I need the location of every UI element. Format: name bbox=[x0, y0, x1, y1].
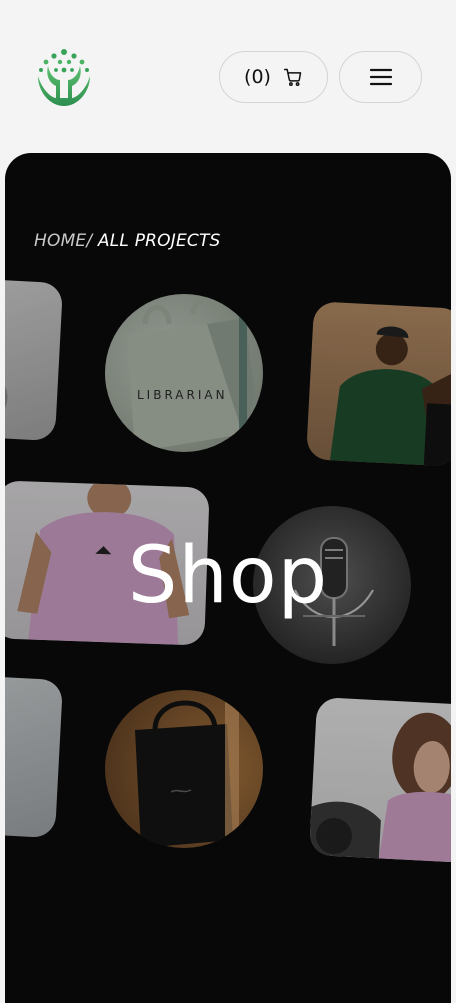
coral-tree-logo[interactable] bbox=[32, 46, 96, 110]
cart-count: (0) bbox=[244, 66, 271, 88]
menu-button[interactable] bbox=[339, 51, 422, 103]
shop-hero: HOME/ ALL PROJECTS LIBRARIAN Shop bbox=[5, 153, 451, 1003]
cart-button[interactable]: (0) bbox=[219, 51, 328, 103]
hamburger-menu-icon bbox=[369, 68, 392, 86]
cart-icon bbox=[283, 68, 302, 87]
site-header: (0) bbox=[0, 0, 456, 152]
page-title: Shop bbox=[127, 531, 329, 621]
